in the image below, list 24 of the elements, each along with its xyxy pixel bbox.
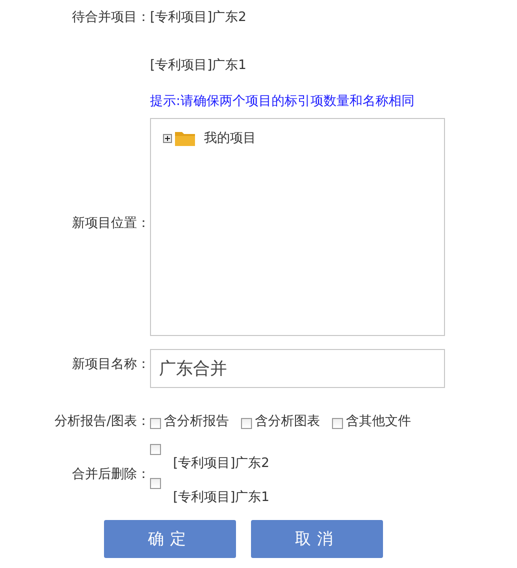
checkbox[interactable]	[332, 418, 343, 428]
field-label: 合并后删除：	[71, 466, 150, 484]
folder-icon	[175, 130, 195, 146]
checkbox-label: 含其他文件	[346, 413, 411, 430]
field-label: 新项目位置：	[71, 215, 150, 232]
checkbox-label: 含分析图表	[255, 413, 320, 430]
checkbox[interactable]	[241, 418, 252, 428]
confirm-button[interactable]: 确定	[104, 520, 236, 558]
checkbox[interactable]	[150, 418, 161, 428]
checkbox[interactable]	[150, 444, 161, 455]
hint-text: 提示:请确保两个项目的标引项数量和名称相同	[150, 93, 416, 110]
field-label: 待合并项目：	[71, 9, 150, 26]
cancel-button[interactable]: 取消	[251, 520, 383, 558]
field-label: 新项目名称：	[71, 356, 150, 374]
field-label: 分析报告/图表：	[54, 413, 150, 430]
checkbox-label: 含分析报告	[164, 413, 229, 430]
project-name: [专利项目]广东2	[150, 9, 248, 26]
expand-icon[interactable]	[163, 134, 172, 142]
checkbox-label: [专利项目]广东1	[173, 489, 270, 506]
project-name: [专利项目]广东1	[150, 57, 248, 74]
checkbox[interactable]	[150, 478, 161, 489]
checkbox-label: [专利项目]广东2	[173, 455, 270, 472]
input-field[interactable]: 广东合并	[150, 349, 445, 388]
tree-item[interactable]: 我的项目	[204, 129, 256, 147]
